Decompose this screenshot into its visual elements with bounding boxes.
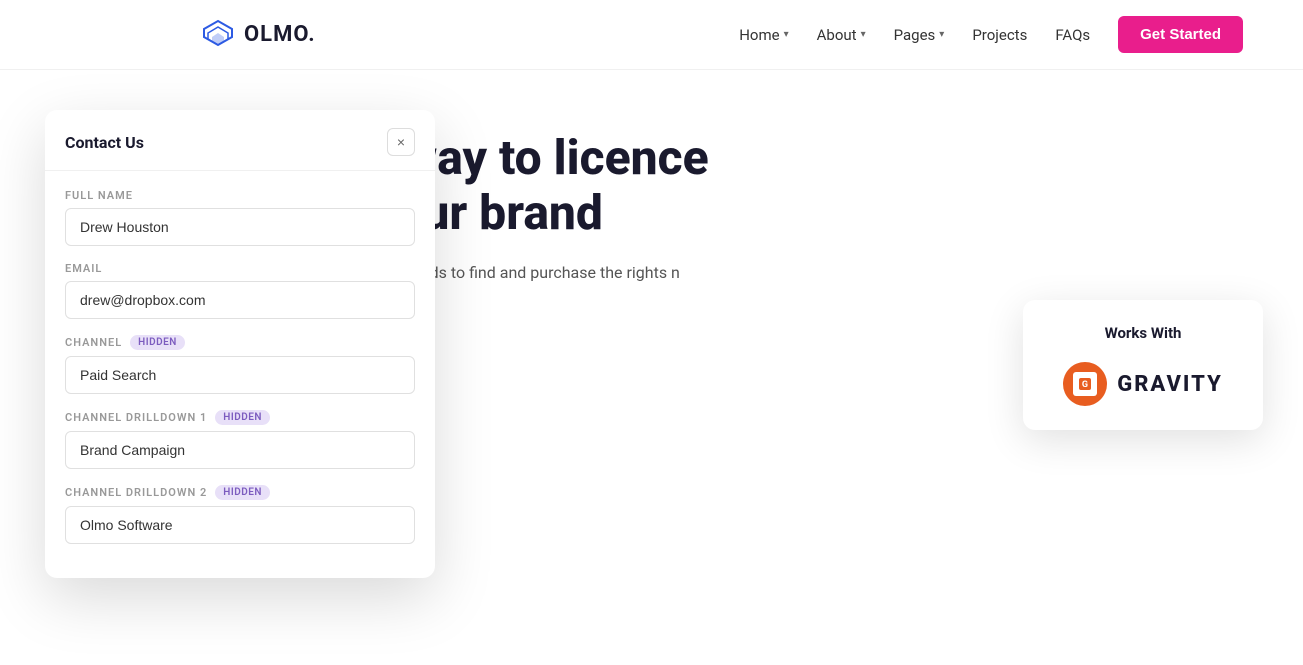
logo-text: OLMO. [244, 22, 316, 47]
chevron-down-icon: ▾ [784, 29, 789, 40]
logo-icon [200, 17, 236, 53]
nav-link-pages[interactable]: Pages ▾ [894, 26, 945, 44]
navbar: OLMO. Home ▾ About ▾ Pages ▾ Projects FA… [0, 0, 1303, 70]
full-name-label: FULL NAME [65, 189, 415, 202]
channel-drilldown-1-hidden-badge: Hidden [215, 410, 270, 425]
channel-label: CHANNEL Hidden [65, 335, 415, 350]
logo[interactable]: OLMO. [200, 17, 316, 53]
channel-drilldown-2-field-group: CHANNEL DRILLDOWN 2 Hidden [65, 485, 415, 544]
channel-drilldown-1-field-group: CHANNEL DRILLDOWN 1 Hidden [65, 410, 415, 469]
full-name-field-group: FULL NAME [65, 189, 415, 246]
modal-body: FULL NAME EMAIL CHANNEL Hidden CHANNEL D… [45, 171, 435, 578]
full-name-input[interactable] [65, 208, 415, 246]
channel-drilldown-2-input[interactable] [65, 506, 415, 544]
channel-drilldown-2-hidden-badge: Hidden [215, 485, 270, 500]
gravity-icon: G [1063, 362, 1107, 406]
gravity-icon-inner: G [1073, 372, 1097, 396]
nav-link-about[interactable]: About ▾ [817, 26, 866, 44]
nav-link-home[interactable]: Home ▾ [739, 26, 788, 44]
email-input[interactable] [65, 281, 415, 319]
contact-modal: Contact Us × FULL NAME EMAIL CHANNEL Hid… [45, 110, 435, 578]
nav-link-projects[interactable]: Projects [972, 26, 1027, 44]
gravity-logo-svg: G [1077, 376, 1093, 392]
email-label: EMAIL [65, 262, 415, 275]
channel-field-group: CHANNEL Hidden [65, 335, 415, 394]
channel-drilldown-1-label: CHANNEL DRILLDOWN 1 Hidden [65, 410, 415, 425]
modal-close-button[interactable]: × [387, 128, 415, 156]
modal-title: Contact Us [65, 133, 144, 152]
gravity-brand-name: GRAVITY [1117, 372, 1223, 397]
modal-header: Contact Us × [45, 110, 435, 171]
channel-input[interactable] [65, 356, 415, 394]
get-started-button[interactable]: Get Started [1118, 16, 1243, 53]
chevron-down-icon: ▾ [861, 29, 866, 40]
channel-drilldown-1-input[interactable] [65, 431, 415, 469]
channel-drilldown-2-label: CHANNEL DRILLDOWN 2 Hidden [65, 485, 415, 500]
nav-links: Home ▾ About ▾ Pages ▾ Projects FAQs Get… [739, 16, 1243, 53]
gravity-logo: G GRAVITY [1043, 362, 1243, 406]
works-with-card: Works With G GRAVITY [1023, 300, 1263, 430]
email-field-group: EMAIL [65, 262, 415, 319]
channel-hidden-badge: Hidden [130, 335, 185, 350]
chevron-down-icon: ▾ [939, 29, 944, 40]
nav-link-faqs[interactable]: FAQs [1055, 26, 1090, 44]
svg-text:G: G [1082, 380, 1088, 390]
works-with-title: Works With [1043, 324, 1243, 342]
